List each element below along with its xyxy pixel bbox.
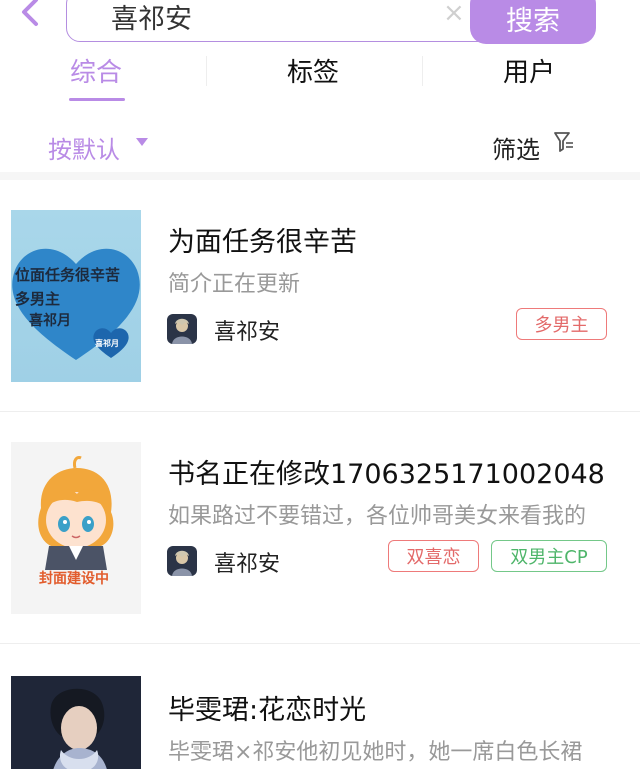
cover-title-text: 位面任务很辛苦 — [15, 266, 121, 284]
book-tag[interactable]: 双男主CP — [491, 540, 607, 572]
author-name[interactable]: 喜祁安 — [214, 314, 280, 346]
author-name[interactable]: 喜祁安 — [214, 546, 280, 578]
search-bar: 喜祁安 × 搜索 — [0, 0, 640, 44]
tab-tags[interactable]: 标签 — [287, 52, 339, 89]
tab-comprehensive[interactable]: 综合 — [70, 52, 122, 89]
sort-dropdown[interactable]: 按默认 — [48, 130, 120, 165]
active-tab-indicator — [69, 98, 125, 101]
book-cover[interactable]: 封面建设中 — [11, 442, 141, 614]
search-button[interactable]: 搜索 — [470, 0, 596, 44]
filter-icon[interactable] — [553, 130, 575, 154]
book-list-item[interactable]: 毕雯珺:花恋时光 毕雯珺×祁安他初见她时，她一席白色长裙 — [0, 646, 640, 769]
cover-author-text: 喜祁月 — [29, 313, 71, 329]
avatar[interactable] — [167, 546, 197, 576]
clear-icon[interactable]: × — [443, 0, 465, 29]
book-list-item[interactable]: 位面任务很辛苦 多男主 喜祁月 喜祁月 为面任务很辛苦 简介正在更新 喜祁安 多… — [0, 180, 640, 412]
book-cover[interactable]: 位面任务很辛苦 多男主 喜祁月 喜祁月 — [11, 210, 141, 382]
book-description: 毕雯珺×祁安他初见她时，她一席白色长裙 — [168, 740, 583, 765]
book-description: 如果路过不要错过，各位帅哥美女来看我的 — [168, 504, 587, 529]
cover-badge-text: 喜祁月 — [95, 338, 119, 348]
anime-placeholder-image — [38, 456, 114, 570]
section-divider — [0, 172, 640, 180]
back-button[interactable] — [14, 0, 44, 32]
cover-caption: 封面建设中 — [39, 571, 109, 587]
book-tag[interactable]: 双喜恋 — [388, 540, 479, 572]
avatar[interactable] — [167, 314, 197, 344]
book-cover[interactable] — [11, 676, 141, 769]
portrait-cover-image — [11, 676, 141, 769]
book-description: 简介正在更新 — [168, 272, 301, 297]
book-title[interactable]: 毕雯珺:花恋时光 — [168, 688, 366, 727]
sort-bar: 按默认 筛选 — [0, 118, 640, 172]
row-divider — [0, 643, 640, 644]
book-list-item[interactable]: 封面建设中 书名正在修改1706325171002048 如果路过不要错过，各位… — [0, 412, 640, 644]
book-title[interactable]: 为面任务很辛苦 — [168, 220, 357, 259]
filter-button[interactable]: 筛选 — [492, 130, 540, 165]
tab-users[interactable]: 用户 — [503, 52, 555, 89]
tab-divider — [206, 56, 207, 86]
book-tag[interactable]: 多男主 — [516, 308, 607, 340]
chevron-left-icon — [22, 0, 38, 26]
caret-down-icon[interactable] — [136, 138, 148, 146]
book-title[interactable]: 书名正在修改1706325171002048 — [168, 452, 605, 491]
cover-subtitle-text: 多男主 — [15, 290, 61, 308]
search-query[interactable]: 喜祁安 — [111, 0, 192, 36]
tab-bar: 综合 标签 用户 — [0, 44, 640, 104]
tab-divider — [422, 56, 423, 86]
